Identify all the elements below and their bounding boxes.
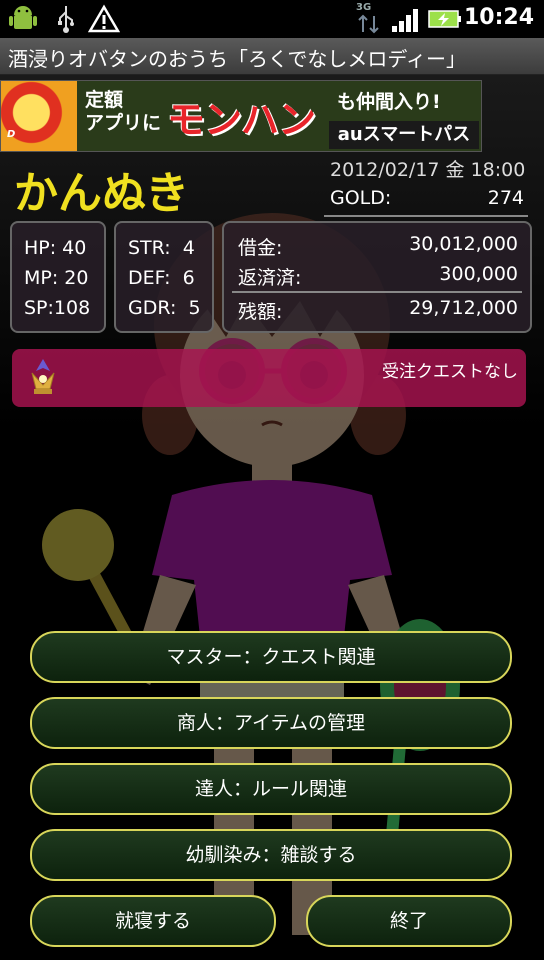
dynamic-logo: D: [1, 81, 77, 151]
ad-text-line1: 定額 アプリに: [85, 89, 162, 134]
gdr-stat: GDR: 5: [128, 297, 201, 319]
app-title: 酒浸りオバタンのおうち「ろくでなしメロディー」: [8, 47, 466, 71]
merchant-items-button[interactable]: 商人：アイテムの管理: [30, 697, 512, 749]
repaid-label: 返済済:: [238, 267, 302, 289]
ad-service-name: auスマートパス: [329, 121, 479, 149]
balance-value: 29,712,000: [409, 297, 518, 319]
divider: [232, 291, 522, 293]
str-stat: STR: 4: [128, 237, 195, 259]
hp-stat: HP: 40: [24, 237, 87, 259]
android-icon: [9, 6, 37, 29]
gold-label: GOLD:: [330, 187, 392, 209]
expert-rules-button[interactable]: 達人：ルール関連: [30, 763, 512, 815]
ad-text-tail: も仲間入り!: [337, 91, 441, 113]
app-title-bar: 酒浸りオバタンのおうち「ろくでなしメロディー」: [0, 38, 544, 75]
debt-label: 借金:: [238, 237, 283, 259]
friend-chat-button[interactable]: 幼馴染み：雑談する: [30, 829, 512, 881]
vital-stats-panel: HP: 40 MP: 20 SP:108: [10, 221, 106, 333]
debt-panel: 借金: 30,012,000 返済済: 300,000 残額: 29,712,0…: [222, 221, 532, 333]
network-type: 3G: [356, 2, 372, 13]
attribute-stats-panel: STR: 4 DEF: 6 GDR: 5: [114, 221, 214, 333]
usb-icon: [58, 6, 74, 33]
mp-stat: MP: 20: [24, 267, 89, 289]
character-name: かんぬき: [14, 168, 190, 219]
data-arrows-icon: [358, 14, 379, 34]
quest-status-bar[interactable]: 受注クエストなし: [12, 349, 526, 407]
warning-icon: [88, 4, 120, 33]
clock: 10:24: [463, 5, 534, 30]
signal-icon: [392, 9, 418, 32]
divider: [324, 215, 528, 217]
quest-status-text: 受注クエストなし: [382, 362, 518, 382]
sleep-button[interactable]: 就寝する: [30, 895, 276, 947]
ad-banner[interactable]: D 定額 アプリに モンハン も仲間入り! auスマートパス: [0, 80, 482, 152]
status-bar: 3G 10:24: [0, 0, 544, 38]
battery-charging-icon: [428, 10, 461, 28]
quest-emblem-icon: [31, 359, 55, 394]
main-screen: D 定額 アプリに モンハン も仲間入り! auスマートパス かんぬき 2012…: [0, 75, 544, 960]
debt-value: 30,012,000: [409, 233, 518, 255]
def-stat: DEF: 6: [128, 267, 195, 289]
sp-stat: SP:108: [24, 297, 91, 319]
game-datetime: 2012/02/17 金 18:00: [330, 159, 526, 181]
balance-label: 残額:: [238, 301, 283, 323]
ad-headline: モンハン: [167, 98, 316, 142]
gold-value: 274: [487, 187, 524, 209]
quit-button[interactable]: 終了: [306, 895, 512, 947]
repaid-value: 300,000: [439, 263, 518, 285]
master-quest-button[interactable]: マスター：クエスト関連: [30, 631, 512, 683]
